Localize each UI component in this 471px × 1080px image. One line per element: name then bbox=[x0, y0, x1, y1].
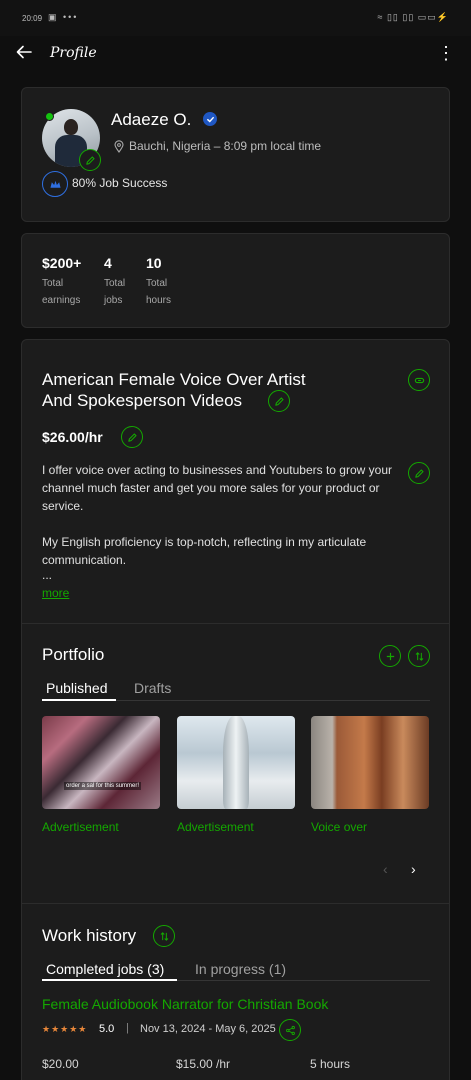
plus-icon bbox=[386, 652, 394, 660]
page-title: Profile bbox=[50, 45, 97, 61]
section-divider bbox=[22, 903, 449, 904]
profile-overview: I offer voice over acting to businesses … bbox=[42, 461, 397, 581]
sort-work-history-button[interactable] bbox=[153, 925, 175, 947]
sort-arrows-icon bbox=[415, 651, 423, 661]
pencil-icon bbox=[274, 396, 284, 406]
overview-paragraph-2: My English proficiency is top-notch, ref… bbox=[42, 535, 367, 567]
next-page-icon[interactable]: › bbox=[411, 861, 416, 877]
section-divider bbox=[22, 623, 449, 624]
job-title-link[interactable]: Female Audiobook Narrator for Christian … bbox=[42, 996, 328, 1012]
location-text: Bauchi, Nigeria – 8:09 pm local time bbox=[129, 139, 322, 153]
portfolio-thumbnail[interactable] bbox=[177, 716, 295, 809]
hourly-rate: $26.00/hr bbox=[42, 429, 103, 445]
verified-badge-icon bbox=[203, 112, 217, 126]
add-portfolio-button[interactable] bbox=[379, 645, 401, 667]
online-status-dot bbox=[45, 112, 54, 121]
stat-label-line2: jobs bbox=[104, 295, 123, 306]
headline-line1: American Female Voice Over Artist bbox=[42, 370, 306, 389]
tab-underline bbox=[42, 979, 177, 981]
app-bar: Profile ⋮ bbox=[0, 36, 471, 74]
status-time: 20:09 bbox=[22, 14, 43, 23]
headline-line2: And Spokesperson Videos bbox=[42, 391, 243, 410]
separator: | bbox=[126, 1022, 129, 1034]
pencil-icon bbox=[127, 432, 137, 442]
overview-ellipsis: ... bbox=[42, 568, 53, 582]
tab-drafts[interactable]: Drafts bbox=[134, 680, 171, 696]
edit-avatar-button[interactable] bbox=[79, 149, 101, 171]
link-icon bbox=[414, 377, 424, 383]
portfolio-thumbnail[interactable] bbox=[311, 716, 429, 809]
portfolio-title: Portfolio bbox=[42, 645, 105, 664]
work-history-title: Work history bbox=[42, 926, 137, 945]
tab-published[interactable]: Published bbox=[46, 680, 108, 696]
share-link-button[interactable] bbox=[408, 369, 430, 391]
portfolio-thumbnail[interactable]: order a sal for this summer! bbox=[42, 716, 160, 809]
stat-total-jobs: 4 Total jobs bbox=[104, 255, 125, 309]
reorder-portfolio-button[interactable] bbox=[408, 645, 430, 667]
thumbnail-overlay-text: order a sal for this summer! bbox=[64, 782, 142, 790]
stat-value: $200+ bbox=[42, 255, 82, 271]
system-icons: ≈ ▯▯ ▯▯ ▭▭⚡ bbox=[377, 12, 449, 22]
location-pin-icon bbox=[114, 139, 124, 153]
stat-label-line1: Total bbox=[146, 278, 168, 289]
job-rating: 5.0 bbox=[99, 1023, 115, 1035]
portfolio-item-label[interactable]: Advertisement bbox=[42, 820, 119, 834]
notification-icons: ▣ ••• bbox=[48, 12, 79, 22]
profile-headline: American Female Voice Over Artist And Sp… bbox=[42, 369, 352, 411]
job-rate: $15.00 /hr bbox=[176, 1057, 231, 1071]
stat-total-hours: 10 Total hours bbox=[146, 255, 171, 309]
back-arrow-icon[interactable] bbox=[14, 42, 34, 62]
status-bar: 20:09 ▣ ••• ≈ ▯▯ ▯▯ ▭▭⚡ bbox=[0, 0, 471, 36]
job-hours: 5 hours bbox=[310, 1057, 351, 1071]
more-link[interactable]: more bbox=[42, 586, 69, 600]
prev-page-icon[interactable]: ‹ bbox=[383, 861, 388, 877]
edit-headline-button[interactable] bbox=[268, 390, 290, 412]
stat-value: 4 bbox=[104, 255, 112, 271]
job-success-badge-icon bbox=[42, 171, 68, 197]
main-card: American Female Voice Over Artist And Sp… bbox=[21, 339, 450, 1080]
pencil-icon bbox=[85, 155, 95, 165]
job-dates: Nov 13, 2024 - May 6, 2025 bbox=[140, 1023, 276, 1035]
more-options-icon[interactable]: ⋮ bbox=[437, 44, 455, 62]
pencil-icon bbox=[414, 468, 424, 478]
job-success-text: 80% Job Success bbox=[72, 176, 168, 190]
star-rating-icon: ★★★★★ bbox=[42, 1024, 88, 1034]
thumbnail-tree-shape bbox=[223, 716, 249, 809]
edit-overview-button[interactable] bbox=[408, 462, 430, 484]
stat-label-line1: Total bbox=[104, 278, 126, 289]
overview-paragraph-1: I offer voice over acting to businesses … bbox=[42, 463, 392, 513]
profile-name: Adaeze O. bbox=[111, 110, 192, 129]
sort-arrows-icon bbox=[160, 931, 168, 941]
portfolio-item-label[interactable]: Advertisement bbox=[177, 820, 254, 834]
stat-label-line2: earnings bbox=[42, 295, 81, 306]
job-earned: $20.00 bbox=[42, 1057, 79, 1071]
stats-card: $200+ Total earnings 4 Total jobs 10 Tot… bbox=[21, 233, 450, 328]
stat-total-earnings: $200+ Total earnings bbox=[42, 255, 81, 309]
edit-rate-button[interactable] bbox=[121, 426, 143, 448]
profile-card: Adaeze O. Bauchi, Nigeria – 8:09 pm loca… bbox=[21, 87, 450, 222]
stat-label-line2: hours bbox=[146, 295, 172, 306]
avatar-head-shape bbox=[64, 119, 78, 135]
location-row: Bauchi, Nigeria – 8:09 pm local time bbox=[114, 139, 321, 153]
tab-completed-jobs[interactable]: Completed jobs (3) bbox=[46, 961, 164, 977]
stat-label-line1: Total bbox=[42, 278, 64, 289]
share-job-button[interactable] bbox=[279, 1019, 301, 1041]
tab-in-progress[interactable]: In progress (1) bbox=[195, 961, 286, 977]
tab-underline bbox=[42, 699, 116, 701]
stat-value: 10 bbox=[146, 255, 162, 271]
share-icon bbox=[285, 1025, 295, 1035]
portfolio-item-label[interactable]: Voice over bbox=[311, 820, 367, 834]
